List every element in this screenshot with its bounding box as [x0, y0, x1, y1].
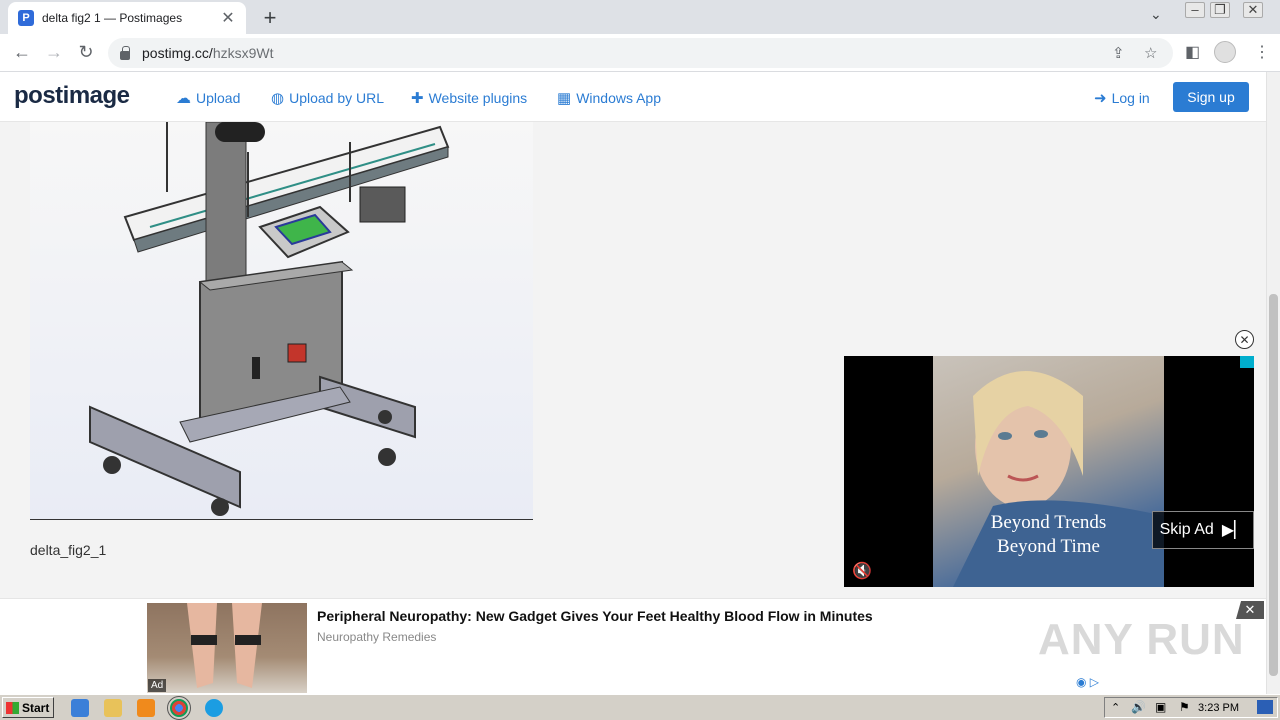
skip-next-icon: ▶▏ — [1221, 522, 1247, 539]
start-label: Start — [22, 700, 50, 715]
tray-expand-icon[interactable]: ⌃ — [1111, 701, 1120, 714]
folder-icon[interactable] — [104, 699, 122, 717]
nav-upload-label: Upload — [196, 90, 241, 106]
machine-illustration — [89, 122, 450, 516]
network-icon[interactable]: ▣ — [1155, 700, 1166, 714]
menu-kebab-icon[interactable]: ⋮ — [1254, 42, 1270, 62]
reload-icon[interactable]: ↻ — [75, 42, 97, 63]
uploaded-image[interactable] — [30, 122, 533, 520]
side-panel-icon[interactable]: ◧ — [1185, 42, 1200, 62]
site-header: postimage ☁ Upload ◍ Upload by URL ✚ Web… — [0, 72, 1266, 122]
nav-upload-by-url[interactable]: ◍ Upload by URL — [271, 89, 384, 107]
taskbar-clock[interactable]: 3:23 PM — [1198, 702, 1239, 714]
sign-in-icon: ➜ — [1094, 90, 1107, 107]
skip-ad-label: Skip Ad — [1159, 521, 1214, 538]
back-icon[interactable]: ← — [11, 42, 33, 63]
page-content: delta_fig2_1 Beyond Trends Beyond Time S… — [0, 122, 1266, 598]
ad-label: Ad — [148, 679, 167, 692]
show-desktop-icon[interactable] — [1257, 700, 1273, 714]
postimages-favicon-icon: P — [18, 10, 34, 26]
legs-photo — [187, 603, 262, 688]
postimage-logo[interactable]: postimage — [14, 82, 130, 110]
nav-windows-app[interactable]: ▦ Windows App — [557, 89, 661, 107]
profile-avatar-icon[interactable] — [1214, 41, 1236, 63]
tab-title: delta fig2 1 — Postimages — [42, 11, 183, 25]
signup-button[interactable]: Sign up — [1173, 82, 1249, 112]
page-scrollbar[interactable] — [1266, 72, 1280, 694]
nav-windows-label: Windows App — [576, 90, 662, 106]
minimize-icon[interactable]: – — [1185, 2, 1205, 18]
windows-flag-icon — [6, 701, 19, 714]
windows-icon: ▦ — [557, 90, 572, 107]
nav-plugins-label: Website plugins — [428, 90, 528, 106]
chrome-icon[interactable] — [167, 696, 191, 720]
ie-icon[interactable] — [71, 699, 89, 717]
bookmark-star-icon[interactable]: ☆ — [1144, 44, 1157, 62]
nav-upload-url-label: Upload by URL — [289, 90, 385, 106]
puzzle-icon: ✚ — [411, 90, 424, 107]
close-video-ad-icon[interactable]: ✕ — [1235, 330, 1254, 349]
video-ad[interactable]: Beyond Trends Beyond Time Skip Ad ▶▏ 🔇 — [844, 356, 1254, 587]
scrollbar-thumb[interactable] — [1269, 294, 1278, 676]
address-bar[interactable]: postimg.cc/hzksx9Wt ⇪ ☆ — [108, 38, 1173, 68]
login-label: Log in — [1111, 90, 1150, 106]
image-caption: delta_fig2_1 — [30, 542, 107, 558]
share-icon[interactable]: ⇪ — [1112, 44, 1125, 62]
media-player-icon[interactable] — [137, 699, 155, 717]
windows-taskbar: Start ⌃ 🔊 ▣ ⚑ 3:23 PM — [0, 694, 1280, 720]
video-ad-frame: Beyond Trends Beyond Time — [933, 356, 1164, 587]
ad-tagline-2: Beyond Time — [997, 536, 1100, 557]
tab-close-icon[interactable]: ✕ — [220, 8, 236, 28]
anyrun-watermark: ANY RUN — [1038, 615, 1245, 664]
url-path: hzksx9Wt — [212, 45, 274, 61]
banner-ad-title[interactable]: Peripheral Neuropathy: New Gadget Gives … — [317, 608, 873, 624]
forward-icon[interactable]: → — [43, 42, 65, 63]
cloud-upload-icon: ☁ — [176, 90, 191, 107]
banner-ad-image[interactable]: Ad — [147, 603, 307, 693]
new-tab-button[interactable]: + — [258, 5, 282, 31]
banner-ad-sponsor: Neuropathy Remedies — [317, 630, 437, 644]
ad-tagline-1: Beyond Trends — [990, 512, 1107, 533]
restore-icon[interactable]: ❐ — [1210, 2, 1230, 18]
browser-toolbar: ← → ↻ postimg.cc/hzksx9Wt ⇪ ☆ ◧ ⋮ — [0, 34, 1280, 72]
nav-upload[interactable]: ☁ Upload — [176, 89, 240, 107]
start-button[interactable]: Start — [2, 697, 54, 718]
login-link[interactable]: ➜ Log in — [1094, 89, 1150, 107]
url-host: postimg.cc/ — [142, 45, 213, 61]
mute-icon[interactable]: 🔇 — [852, 561, 872, 581]
lock-icon — [120, 45, 130, 60]
banner-ad[interactable]: Ad Peripheral Neuropathy: New Gadget Giv… — [0, 598, 1266, 694]
close-banner-icon[interactable]: ✕ — [1236, 601, 1264, 619]
volume-icon[interactable]: 🔊 — [1131, 700, 1146, 714]
adchoices-corner-icon[interactable] — [1240, 356, 1254, 368]
tab-strip: P delta fig2 1 — Postimages ✕ + ⌄ – ❐ ✕ — [0, 0, 1280, 34]
flag-icon[interactable]: ⚑ — [1179, 700, 1190, 714]
tab-search-icon[interactable]: ⌄ — [1150, 6, 1162, 23]
nav-website-plugins[interactable]: ✚ Website plugins — [411, 89, 527, 107]
browser-tab[interactable]: P delta fig2 1 — Postimages ✕ — [8, 2, 246, 34]
close-window-icon[interactable]: ✕ — [1243, 2, 1263, 18]
globe-icon: ◍ — [271, 90, 285, 107]
adchoices-icon[interactable]: ◉ ▷ — [1076, 675, 1099, 689]
skip-ad-button[interactable]: Skip Ad ▶▏ — [1152, 511, 1254, 549]
system-tray: ⌃ 🔊 ▣ ⚑ 3:23 PM — [1104, 697, 1278, 718]
edge-icon[interactable] — [205, 699, 223, 717]
